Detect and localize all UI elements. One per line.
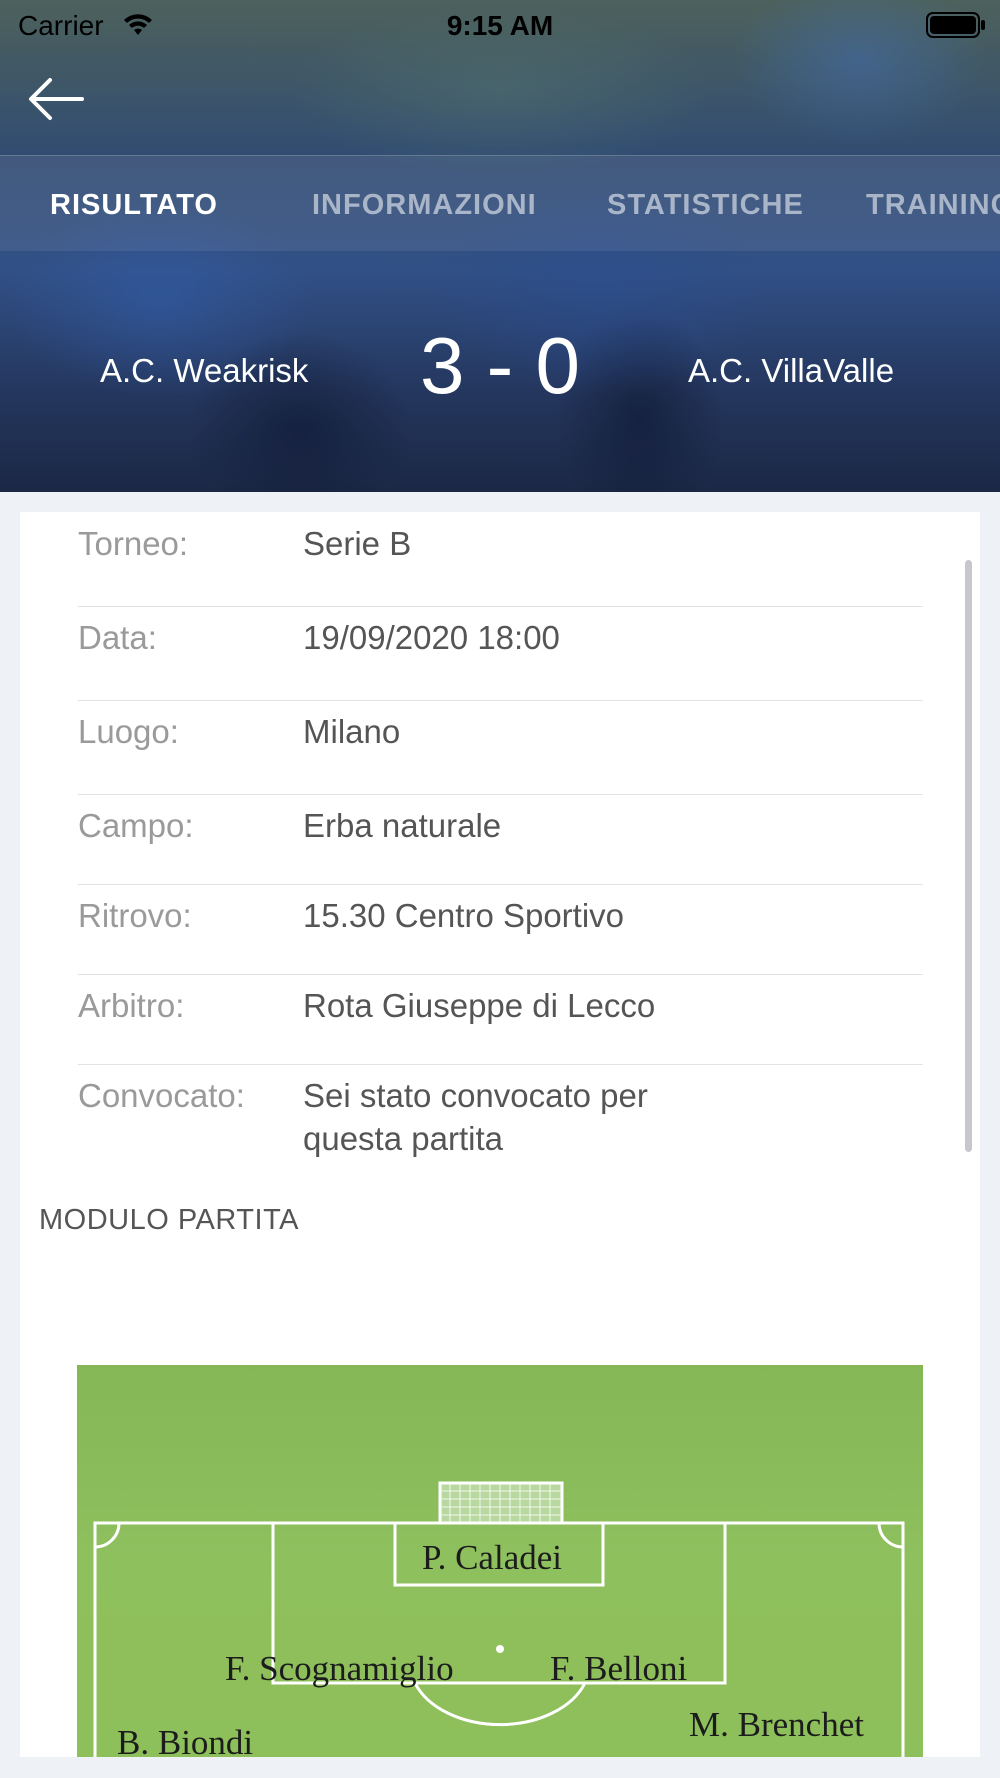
detail-row-ritrovo: Ritrovo: 15.30 Centro Sportivo xyxy=(78,897,923,975)
detail-value: Serie B xyxy=(303,525,412,562)
score-row: A.C. Weakrisk 3 - 0 A.C. VillaValle xyxy=(0,320,1000,430)
player-label: P. Caladei xyxy=(422,1538,562,1577)
detail-value: Rota Giuseppe di Lecco xyxy=(303,987,656,1024)
battery-icon xyxy=(926,12,985,38)
detail-label: Campo: xyxy=(78,807,194,844)
detail-label: Arbitro: xyxy=(78,987,185,1024)
player-label: M. Brenchet xyxy=(689,1705,864,1744)
detail-row-data: Data: 19/09/2020 18:00 xyxy=(78,619,923,701)
player-label: F. Belloni xyxy=(550,1649,688,1688)
detail-value: Milano xyxy=(303,713,401,750)
tab-statistiche[interactable]: STATISTICHE xyxy=(607,189,804,222)
detail-row-luogo: Luogo: Milano xyxy=(78,713,923,795)
detail-row-campo: Campo: Erba naturale xyxy=(78,807,923,885)
formation-section-title: MODULO PARTITA xyxy=(39,1204,299,1236)
detail-label: Convocato: xyxy=(78,1077,245,1114)
detail-row-convocato: Convocato: Sei stato convocato per quest… xyxy=(78,1077,923,1187)
clock: 9:15 AM xyxy=(446,10,554,41)
player-label: B. Biondi xyxy=(117,1723,254,1757)
formation-pitch: P. Caladei F. Scognamiglio F. Belloni B.… xyxy=(77,1365,923,1757)
status-bar: Carrier 9:15 AM xyxy=(0,0,1000,50)
detail-row-torneo: Torneo: Serie B xyxy=(78,525,923,607)
bottom-safe-area xyxy=(0,1757,1000,1778)
detail-label: Luogo: xyxy=(78,713,179,750)
tab-training[interactable]: TRAINING xyxy=(866,189,1000,222)
detail-label: Ritrovo: xyxy=(78,897,192,934)
detail-label: Torneo: xyxy=(78,525,189,562)
back-button[interactable] xyxy=(26,74,86,124)
detail-label: Data: xyxy=(78,619,157,656)
detail-value: 19/09/2020 18:00 xyxy=(303,619,560,656)
player-label: F. Scognamiglio xyxy=(225,1649,454,1688)
tab-bar: RISULTATO INFORMAZIONI STATISTICHE TRAIN… xyxy=(0,155,1000,251)
arrow-left-icon xyxy=(29,78,84,120)
detail-row-arbitro: Arbitro: Rota Giuseppe di Lecco xyxy=(78,987,923,1065)
detail-value: 15.30 Centro Sportivo xyxy=(303,897,625,934)
detail-value: Sei stato convocato per questa partita xyxy=(303,1077,648,1157)
match-details-card: Torneo: Serie B Data: 19/09/2020 18:00 L… xyxy=(20,512,980,1757)
match-header: Carrier 9:15 AM RISULTATO INFORMAZIONI S… xyxy=(0,0,1000,492)
tab-informazioni[interactable]: INFORMAZIONI xyxy=(312,189,537,222)
away-team-name: A.C. VillaValle xyxy=(688,352,895,389)
vertical-scrollbar[interactable] xyxy=(965,560,972,1152)
tab-risultato[interactable]: RISULTATO xyxy=(50,189,218,222)
detail-value: Erba naturale xyxy=(303,807,502,844)
